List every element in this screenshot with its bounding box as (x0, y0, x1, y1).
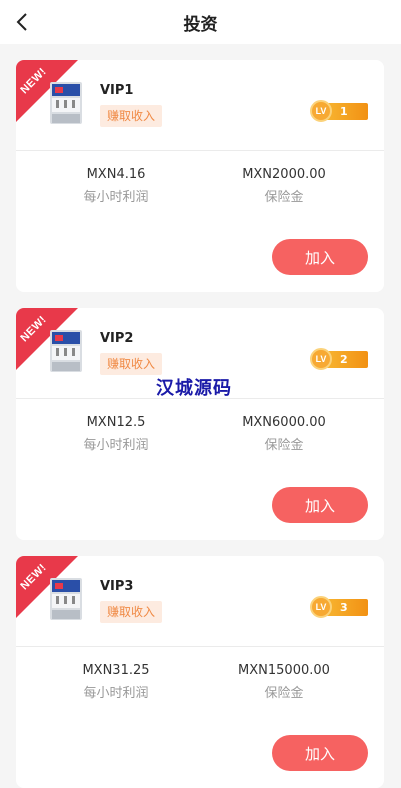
hourly-profit-value: MXN31.25 (82, 663, 150, 678)
hourly-profit: MXN4.16 每小时利润 (36, 166, 196, 207)
deposit-label: 保险金 (264, 438, 304, 453)
page-title: 投资 (183, 14, 218, 35)
watermark-text: 汉城源码 (156, 378, 232, 399)
deposit-value: MXN15000.00 (238, 663, 330, 678)
hourly-profit-value: MXN4.16 (86, 167, 146, 182)
hourly-profit-label: 每小时利润 (83, 686, 149, 701)
level-prefix: LV (310, 100, 332, 122)
level-number: 2 (340, 353, 348, 366)
level-badge: 1 LV (310, 100, 368, 122)
vip-card-3: NEW! VIP3 赚取收入 3 LV MXN31.25 每小时利润 MXN15… (16, 556, 384, 788)
deposit: MXN15000.00 保险金 (204, 662, 364, 703)
vip-card-2: NEW! VIP2 赚取收入 2 LV MXN12.5 每小时利润 MXN600… (16, 308, 384, 540)
join-button[interactable]: 加入 (272, 239, 368, 275)
divider (16, 150, 384, 151)
deposit: MXN2000.00 保险金 (204, 166, 364, 207)
earn-income-tag: 赚取收入 (100, 105, 163, 127)
vip-name: VIP1 (100, 83, 134, 98)
deposit-value: MXN6000.00 (242, 415, 326, 430)
level-badge: 2 LV (310, 348, 368, 370)
join-button[interactable]: 加入 (272, 487, 368, 523)
drink-machine-icon (50, 82, 82, 124)
hourly-profit-value: MXN12.5 (86, 415, 146, 430)
nav-bar: 投资 (0, 0, 401, 44)
chevron-left-icon (16, 13, 27, 31)
deposit-value: MXN2000.00 (242, 167, 326, 182)
drink-machine-icon (50, 330, 82, 372)
hourly-profit-label: 每小时利润 (83, 438, 149, 453)
level-prefix: LV (310, 596, 332, 618)
vip-name: VIP2 (100, 331, 134, 346)
vip-card-1: NEW! VIP1 赚取收入 1 LV MXN4.16 每小时利润 MXN200… (16, 60, 384, 292)
level-number: 3 (340, 601, 348, 614)
level-prefix: LV (310, 348, 332, 370)
deposit-label: 保险金 (264, 190, 304, 205)
vip-name: VIP3 (100, 579, 134, 594)
drink-machine-icon (50, 578, 82, 620)
back-button[interactable] (8, 8, 36, 36)
hourly-profit-label: 每小时利润 (83, 190, 149, 205)
level-badge: 3 LV (310, 596, 368, 618)
deposit-label: 保险金 (264, 686, 304, 701)
join-button[interactable]: 加入 (272, 735, 368, 771)
deposit: MXN6000.00 保险金 (204, 414, 364, 455)
level-number: 1 (340, 105, 348, 118)
hourly-profit: MXN31.25 每小时利润 (36, 662, 196, 703)
hourly-profit: MXN12.5 每小时利润 (36, 414, 196, 455)
earn-income-tag: 赚取收入 (100, 601, 163, 623)
divider (16, 646, 384, 647)
earn-income-tag: 赚取收入 (100, 353, 163, 375)
